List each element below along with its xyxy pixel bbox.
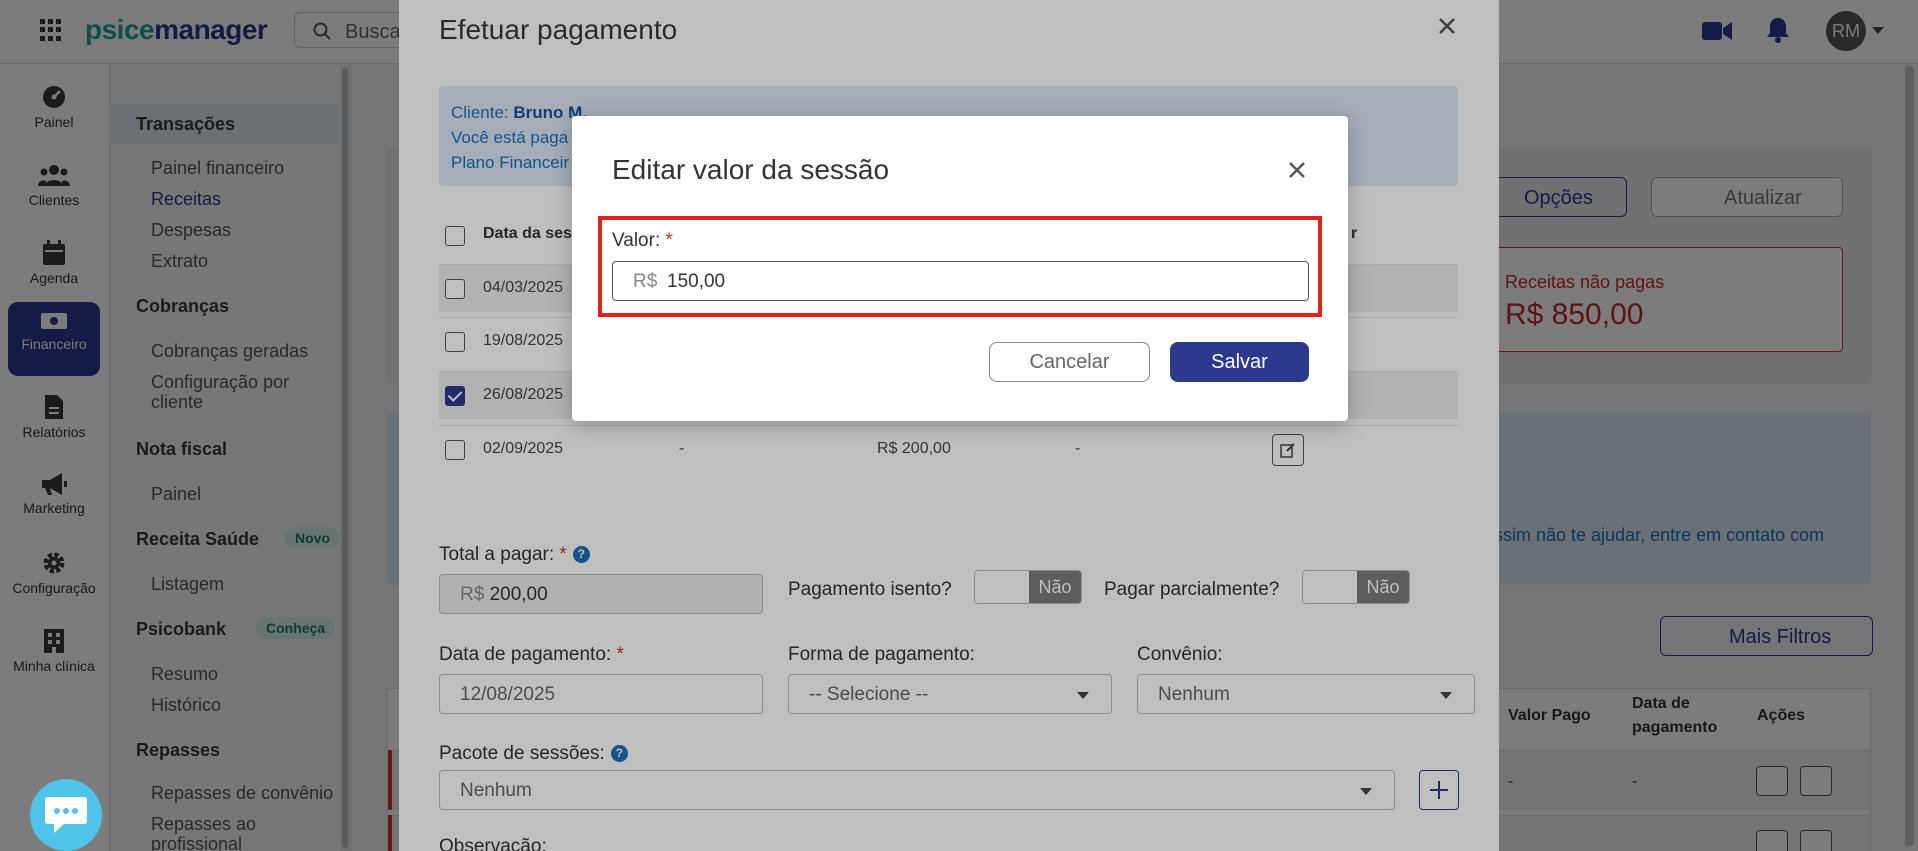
valor-input[interactable]: R$ 150,00 — [612, 261, 1309, 301]
currency-prefix: R$ — [633, 271, 658, 292]
chat-widget-button[interactable] — [30, 779, 102, 851]
save-button[interactable]: Salvar — [1170, 342, 1309, 382]
cancel-button[interactable]: Cancelar — [989, 342, 1150, 382]
close-icon[interactable] — [1288, 161, 1306, 179]
edit-session-modal: Editar valor da sessão Valor: * R$ 150,0… — [572, 116, 1348, 421]
edit-modal-title: Editar valor da sessão — [612, 154, 890, 185]
valor-value: 150,00 — [667, 271, 726, 292]
chat-bubble-icon — [45, 797, 87, 833]
valor-label: Valor: * — [612, 230, 673, 251]
